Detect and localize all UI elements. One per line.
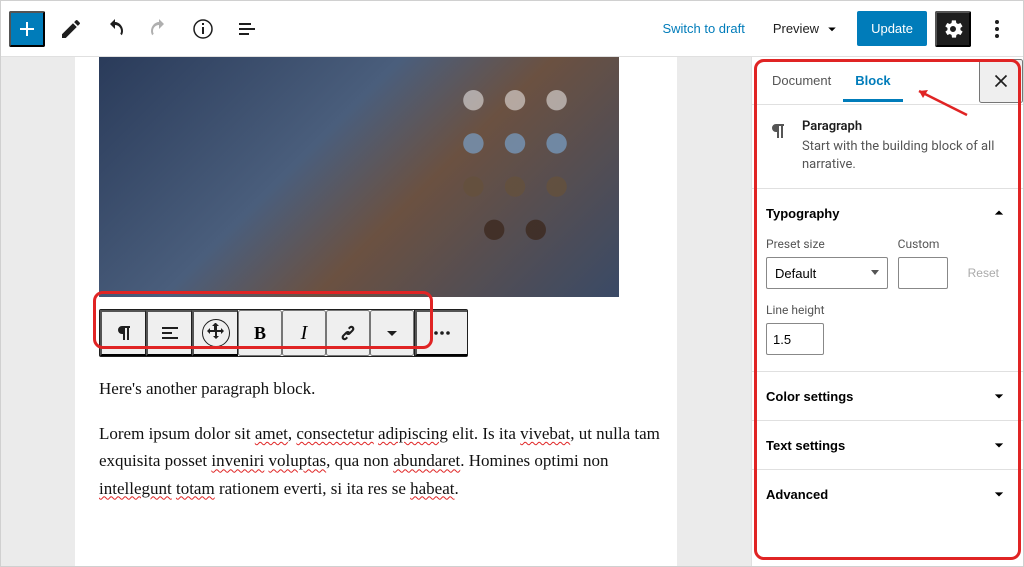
align-button[interactable]	[146, 310, 192, 356]
block-toolbar: B I	[99, 309, 468, 357]
align-left-icon	[158, 321, 182, 345]
bold-button[interactable]: B	[238, 310, 282, 356]
link-icon	[336, 321, 360, 345]
undo-icon	[103, 17, 127, 41]
canvas-area: B I	[1, 57, 751, 566]
block-card-title: Paragraph	[802, 119, 1009, 134]
image-block[interactable]	[99, 57, 619, 297]
panel-color-toggle[interactable]: Color settings	[752, 372, 1023, 420]
custom-size-input[interactable]	[898, 257, 948, 289]
chevron-down-icon	[989, 386, 1009, 406]
panel-typography-toggle[interactable]: Typography	[752, 189, 1023, 237]
line-height-input[interactable]	[766, 323, 824, 355]
block-type-button[interactable]	[100, 310, 146, 356]
redo-button[interactable]	[141, 11, 177, 47]
preview-label: Preview	[773, 21, 819, 36]
ellipsis-icon	[430, 321, 454, 345]
settings-sidebar: Document Block Paragraph Start with the …	[751, 57, 1023, 566]
editor-body: B I	[1, 57, 1023, 566]
block-card-desc: Start with the building block of all nar…	[802, 138, 1009, 174]
sidebar-tabs: Document Block	[752, 57, 1023, 105]
panel-typography: Typography Preset size Default	[752, 189, 1023, 372]
canvas[interactable]: B I	[75, 57, 677, 566]
drag-handle-icon	[202, 319, 230, 347]
panel-color: Color settings	[752, 372, 1023, 421]
chevron-up-icon	[989, 203, 1009, 223]
close-sidebar-button[interactable]	[979, 59, 1023, 103]
more-format-button[interactable]	[370, 310, 414, 356]
more-options-button[interactable]	[979, 11, 1015, 47]
redo-icon	[147, 17, 171, 41]
plus-icon	[15, 17, 39, 41]
tab-document[interactable]: Document	[760, 59, 843, 102]
panel-advanced-toggle[interactable]: Advanced	[752, 470, 1023, 518]
close-icon	[990, 70, 1012, 92]
custom-size-label: Custom	[898, 237, 948, 251]
preview-button[interactable]: Preview	[765, 12, 849, 46]
outline-button[interactable]	[229, 11, 265, 47]
link-button[interactable]	[326, 310, 370, 356]
update-button[interactable]: Update	[857, 11, 927, 46]
italic-icon: I	[301, 322, 308, 345]
line-height-label: Line height	[766, 303, 1009, 317]
chevron-down-icon	[989, 435, 1009, 455]
undo-button[interactable]	[97, 11, 133, 47]
block-card: Paragraph Start with the building block …	[752, 105, 1023, 189]
info-button[interactable]	[185, 11, 221, 47]
tab-block[interactable]: Block	[843, 59, 902, 102]
bold-icon: B	[254, 323, 266, 344]
kebab-icon	[985, 17, 1009, 41]
panel-text: Text settings	[752, 421, 1023, 470]
panel-typography-body: Preset size Default Custom Reset	[752, 237, 1023, 371]
preset-size-label: Preset size	[766, 237, 888, 251]
switch-to-draft-button[interactable]: Switch to draft	[650, 13, 756, 44]
block-more-button[interactable]	[415, 310, 467, 356]
toolbar-right-group: Switch to draft Preview Update	[650, 11, 1015, 47]
editor-frame: Switch to draft Preview Update	[0, 0, 1024, 567]
panel-text-toggle[interactable]: Text settings	[752, 421, 1023, 469]
move-button[interactable]	[192, 310, 238, 356]
list-outline-icon	[235, 17, 259, 41]
info-icon	[191, 17, 215, 41]
panel-advanced: Advanced	[752, 470, 1023, 518]
format-group: B I	[238, 310, 415, 356]
chevron-down-icon	[989, 484, 1009, 504]
edit-mode-button[interactable]	[53, 11, 89, 47]
gear-icon	[941, 17, 965, 41]
toolbar-left-group	[9, 11, 265, 47]
reset-size-button[interactable]: Reset	[958, 257, 1009, 289]
settings-toggle-button[interactable]	[935, 11, 971, 47]
chevron-down-icon	[823, 20, 841, 38]
paragraph-block-1[interactable]: Here's another paragraph block.	[99, 375, 675, 402]
paragraph-icon	[766, 119, 790, 143]
pencil-icon	[59, 17, 83, 41]
italic-button[interactable]: I	[282, 310, 326, 356]
paragraph-icon	[112, 321, 136, 345]
paragraph-block-2[interactable]: Lorem ipsum dolor sit amet, consectetur …	[99, 420, 675, 502]
add-block-button[interactable]	[9, 11, 45, 47]
preset-size-select[interactable]: Default	[766, 257, 888, 289]
top-toolbar: Switch to draft Preview Update	[1, 1, 1023, 57]
chevron-down-icon	[380, 321, 404, 345]
